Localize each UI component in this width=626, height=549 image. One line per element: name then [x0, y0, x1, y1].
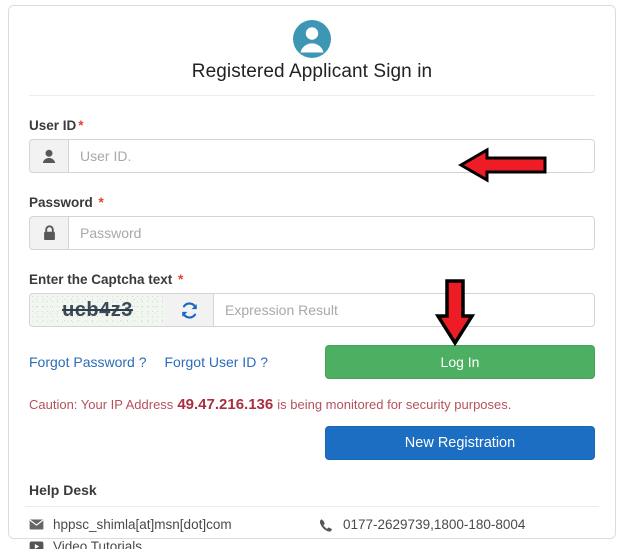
contact-column-left: hppsc_shimla[at]msn[dot]com Video Tutori…: [25, 517, 315, 549]
forgot-user-id-link[interactable]: Forgot User ID ?: [165, 354, 268, 370]
helpdesk-phone: 0177-2629739,1800-180-8004: [315, 517, 525, 532]
captcha-text: ucb4z3: [62, 298, 133, 321]
person-icon: [29, 139, 68, 173]
caution-prefix: Caution: Your IP Address: [29, 397, 174, 412]
lock-icon: [29, 216, 68, 250]
helpdesk-section: Help Desk hppsc_shimla[at]msn[dot]com Vi…: [9, 482, 615, 549]
captcha-input-group: ucb4z3: [29, 293, 595, 327]
captcha-required-mark: *: [178, 272, 184, 287]
envelope-icon: [29, 519, 53, 530]
action-row: Forgot Password ? Forgot User ID ? Log I…: [29, 345, 595, 379]
helpdesk-phone-text: 0177-2629739,1800-180-8004: [343, 517, 526, 532]
ip-address: 49.47.216.136: [177, 396, 274, 413]
new-registration-button[interactable]: New Registration: [325, 426, 595, 460]
captcha-label: Enter the Captcha text *: [29, 272, 595, 287]
header-divider: [29, 95, 595, 96]
forgot-password-link[interactable]: Forgot Password ?: [29, 354, 147, 370]
video-tutorials-text: Video Tutorials: [53, 539, 143, 549]
card-header: Registered Applicant Sign in: [9, 6, 615, 96]
user-avatar-icon: [293, 20, 331, 58]
password-label: Password *: [29, 195, 595, 210]
contact-grid: hppsc_shimla[at]msn[dot]com Video Tutori…: [25, 517, 599, 549]
user-id-input[interactable]: [68, 139, 595, 173]
signin-form: User ID* Password *: [9, 118, 615, 460]
helpdesk-divider: [25, 506, 599, 507]
user-id-required-mark: *: [78, 118, 84, 133]
captcha-label-text: Enter the Captcha text: [29, 272, 173, 287]
video-tutorials-link[interactable]: Video Tutorials: [25, 539, 315, 549]
caution-suffix: is being monitored for security purposes…: [277, 397, 512, 412]
password-input-group: [29, 216, 595, 250]
user-id-label: User ID *: [29, 118, 595, 133]
contact-column-right: 0177-2629739,1800-180-8004: [315, 517, 525, 549]
login-button[interactable]: Log In: [325, 345, 595, 379]
user-id-input-group: [29, 139, 595, 173]
user-id-label-text: User ID: [29, 118, 77, 133]
video-play-icon: [29, 541, 53, 549]
password-label-text: Password: [29, 195, 93, 210]
helpdesk-title: Help Desk: [29, 482, 97, 498]
page-title: Registered Applicant Sign in: [191, 61, 433, 82]
registration-row: New Registration: [29, 426, 595, 460]
helper-links: Forgot Password ? Forgot User ID ?: [29, 354, 268, 370]
password-input[interactable]: [68, 216, 595, 250]
caution-message: Caution: Your IP Address 49.47.216.136 is …: [29, 396, 595, 413]
signin-card: Registered Applicant Sign in User ID * U…: [8, 5, 616, 549]
helpdesk-email[interactable]: hppsc_shimla[at]msn[dot]com: [25, 517, 315, 532]
phone-icon: [319, 518, 343, 532]
refresh-icon[interactable]: [165, 293, 213, 327]
captcha-image: ucb4z3: [29, 293, 165, 327]
screenshot-root: Registered Applicant Sign in User ID * U…: [0, 0, 626, 549]
captcha-input[interactable]: [213, 293, 595, 327]
helpdesk-email-text: hppsc_shimla[at]msn[dot]com: [53, 517, 232, 532]
password-required-mark: *: [98, 195, 104, 210]
